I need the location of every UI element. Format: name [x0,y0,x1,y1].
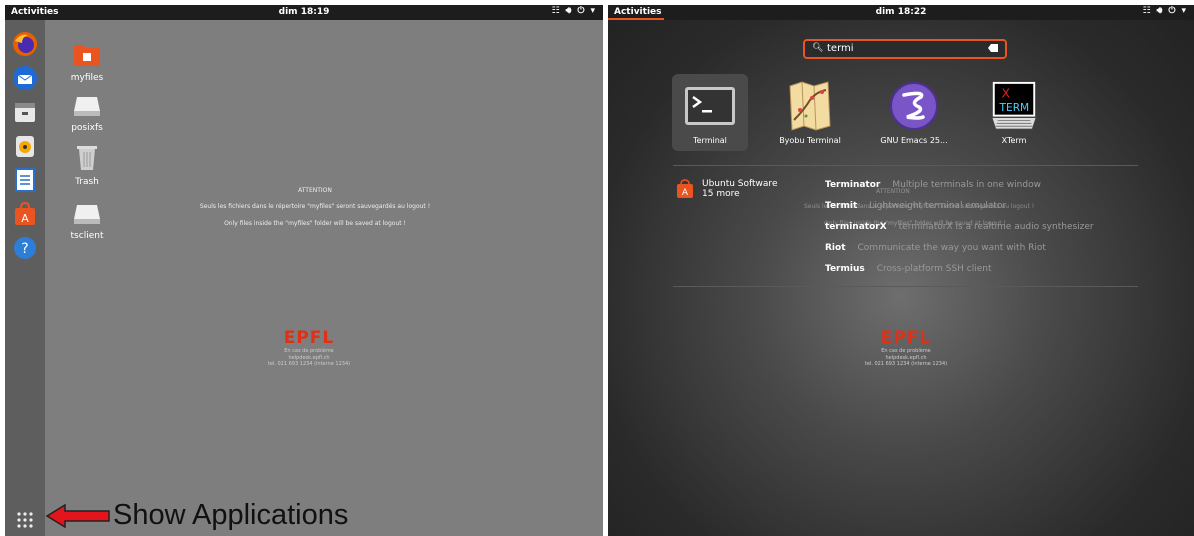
app-label: Byobu Terminal [779,136,841,145]
helpdesk-line: tel. 021 693 1234 (interne 1234) [267,361,351,367]
trash-icon [57,143,117,174]
result-name: Termit [825,201,858,211]
ubuntu-software-icon: A [677,179,693,198]
terminal-icon [684,80,736,132]
dock: A ? [5,20,45,536]
logout-notice: ATTENTION Seuls les fichiers dans le rép… [165,187,465,228]
left-desktop-screenshot: Activities dim 18:19 ☷ 🔊︎ ⏻ ▾ A ? myfile… [5,5,603,536]
helpdesk-line: tel. 021 693 1234 (interne 1234) [864,361,948,367]
drive-icon [57,203,117,228]
libreoffice-writer-icon[interactable] [11,166,39,194]
provider-name: Ubuntu Software [702,179,778,189]
desktop-icon-label: myfiles [70,73,104,83]
results-separator [673,165,1138,166]
epfl-logo: EPFL [880,328,932,348]
activities-active-indicator [608,18,664,20]
network-icon: ☷ [551,6,560,16]
volume-icon: 🔊︎ [1156,6,1163,16]
ubuntu-software-icon[interactable]: A [11,200,39,228]
helpdesk-info: En cas de problème helpdesk.epfl.ch tel.… [259,348,359,368]
software-result[interactable]: terminatorX terminatorX is a realtime aud… [825,222,1094,243]
folder-icon [57,41,117,70]
software-result[interactable]: Termit Lightweight terminal emulator [825,201,1094,222]
software-results-list: Terminator Multiple terminals in one wind… [825,180,1094,285]
notice-line-fr: Seuls les fichiers dans le répertoire "m… [199,203,431,211]
notice-line-en: Only files inside the "myfiles" folder w… [224,219,406,227]
firefox-icon[interactable] [11,30,39,58]
power-icon: ⏻ [577,6,585,16]
desktop-icon-label: Trash [75,177,99,187]
annotation-arrow-icon [45,503,110,529]
byobu-icon [784,80,836,132]
drive-icon [57,95,117,120]
app-label: Terminal [693,136,727,145]
power-icon: ⏻ [1168,6,1176,16]
clock[interactable]: dim 18:22 [608,7,1194,17]
svg-text:A: A [21,212,29,225]
helpdesk-info: En cas de problème helpdesk.epfl.ch tel.… [856,348,956,368]
search-icon: 🔍︎ [812,43,824,53]
top-bar: Activities dim 18:22 ☷ 🔊︎ ⏻ ▾ [608,5,1194,20]
desktop-icon-trash[interactable]: Trash [57,143,117,187]
system-tray[interactable]: ☷ 🔊︎ ⏻ ▾ [1143,6,1186,16]
svg-text:A: A [682,188,689,198]
search-query: termi [827,43,854,54]
app-result-byobu[interactable]: Byobu Terminal [772,74,848,151]
result-description: Cross-platform SSH client [876,264,992,274]
annotation-show-applications: Show Applications [113,499,349,531]
chevron-down-icon: ▾ [590,6,595,16]
app-result-xterm[interactable]: X TERM XTerm [976,74,1052,151]
xterm-icon: X TERM [988,80,1040,132]
app-label: GNU Emacs 25... [880,136,948,145]
top-bar: Activities dim 18:19 ☷ 🔊︎ ⏻ ▾ [5,5,603,20]
result-name: terminatorX [825,222,887,232]
system-tray[interactable]: ☷ 🔊︎ ⏻ ▾ [552,6,595,16]
svg-text:?: ? [21,241,28,257]
volume-icon: 🔊︎ [565,6,572,16]
app-label: XTerm [1001,136,1027,145]
files-icon[interactable] [11,98,39,126]
show-applications-icon[interactable] [11,506,39,534]
software-result[interactable]: Terminator Multiple terminals in one wind… [825,180,1094,201]
software-result[interactable]: Riot Communicate the way you want with Ri… [825,243,1094,264]
right-activities-screenshot: Activities dim 18:22 ☷ 🔊︎ ⏻ ▾ ATTENTION … [608,5,1194,536]
epfl-logo: EPFL [283,328,335,348]
result-name: Riot [825,243,846,253]
clear-search-icon[interactable] [988,44,998,52]
clock[interactable]: dim 18:19 [5,7,603,17]
desktop-icon-posixfs[interactable]: posixfs [57,95,117,133]
desktop-icon-label: posixfs [71,123,103,133]
result-description: Multiple terminals in one window [892,180,1041,190]
result-name: Termius [825,264,865,274]
app-result-emacs[interactable]: GNU Emacs 25... [876,74,952,151]
software-result[interactable]: Termius Cross-platform SSH client [825,264,1094,285]
result-description: Communicate the way you want with Riot [857,243,1046,253]
emacs-icon [888,80,940,132]
desktop-icon-tsclient[interactable]: tsclient [57,203,117,241]
help-icon[interactable]: ? [11,234,39,262]
desktop-icon-label: tsclient [70,231,104,241]
svg-text:TERM: TERM [999,102,1030,114]
results-separator [673,286,1138,287]
app-result-terminal[interactable]: Terminal [672,74,748,151]
chevron-down-icon: ▾ [1181,6,1186,16]
svg-text:X: X [1001,85,1010,100]
rhythmbox-icon[interactable] [11,132,39,160]
result-name: Terminator [825,180,881,190]
desktop-icon-myfiles[interactable]: myfiles [57,41,117,83]
notice-title: ATTENTION [298,187,332,194]
search-input[interactable]: 🔍︎ termi [803,39,1007,59]
provider-more: 15 more [702,189,740,199]
result-description: Lightweight terminal emulator [869,201,1007,211]
thunderbird-icon[interactable] [11,64,39,92]
ubuntu-software-provider[interactable]: A Ubuntu Software 15 more [676,179,777,199]
result-description: terminatorX is a realtime audio synthesi… [898,222,1094,232]
network-icon: ☷ [1142,6,1151,16]
